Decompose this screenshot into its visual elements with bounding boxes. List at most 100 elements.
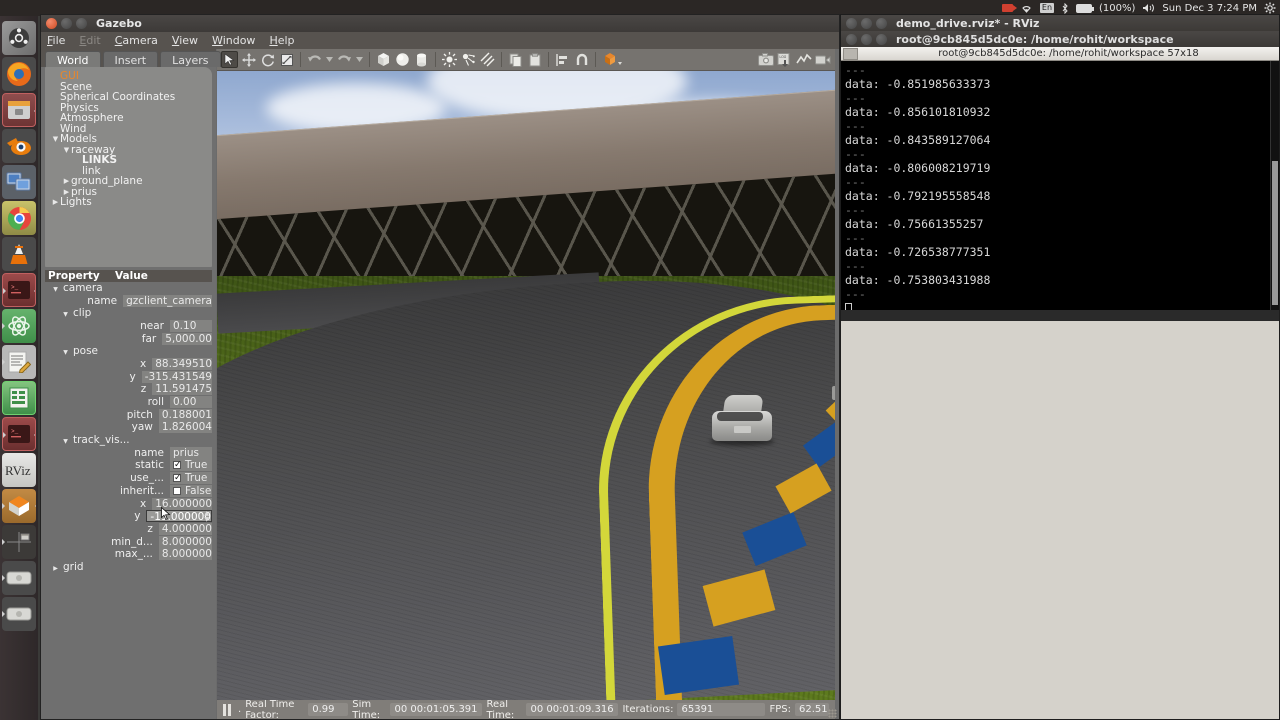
property-row-near[interactable]: near 0.10	[45, 319, 212, 333]
terminal-tab[interactable]: root@9cb845d5dc0e: /home/rohit/workspace…	[858, 48, 1279, 59]
terminal-minimize-button[interactable]	[861, 33, 872, 45]
property-row-y[interactable]: y -315.431549	[45, 370, 212, 384]
property-row-min_d[interactable]: min_d... 8.000000	[45, 535, 212, 549]
world-tree[interactable]: GUI Scene Spherical Coordinates Physics Atmo…	[45, 67, 212, 267]
property-value[interactable]: 1.826004	[158, 421, 212, 434]
property-checkbox[interactable]	[173, 472, 182, 484]
property-value[interactable]: 8.000000	[158, 548, 212, 561]
gazebo-resize-grip[interactable]	[828, 709, 837, 718]
libreoffice-calc-icon[interactable]	[2, 381, 36, 415]
scale-mode-icon[interactable]	[278, 51, 295, 68]
point-light-icon[interactable]	[441, 51, 458, 68]
property-row-name[interactable]: name gzclient_camera	[45, 294, 212, 308]
tree-item-ground-plane[interactable]: ground_plane	[51, 176, 208, 187]
volume-icon[interactable]	[1142, 3, 1155, 13]
record-icon[interactable]	[1001, 4, 1017, 12]
property-value[interactable]: True	[170, 472, 212, 485]
terminal-close-button[interactable]	[846, 33, 857, 45]
minimize-button[interactable]	[61, 18, 72, 29]
property-row-z[interactable]: z 4.000000	[45, 522, 212, 536]
property-row-track_vis[interactable]: track_vis...	[45, 434, 212, 447]
property-value[interactable]: 0.00	[170, 396, 212, 409]
keyboard-layout-icon[interactable]: En	[1039, 3, 1055, 13]
tab-layers[interactable]: Layers	[160, 51, 221, 67]
property-row-y[interactable]: y -11.000000 ▲ ▼	[45, 506, 212, 523]
prius-vehicle[interactable]	[710, 389, 774, 447]
disk-icon[interactable]	[2, 561, 36, 595]
video-record-icon[interactable]	[814, 51, 831, 68]
property-value[interactable]: True	[170, 459, 212, 472]
align-icon[interactable]	[554, 51, 571, 68]
rviz-titlebar[interactable]: demo_drive.rviz* - RViz	[841, 15, 1279, 32]
terminal-menu-icon[interactable]	[843, 47, 858, 60]
undo-icon[interactable]	[306, 51, 323, 68]
translate-mode-icon[interactable]	[240, 51, 257, 68]
plot-icon[interactable]	[795, 51, 812, 68]
property-value[interactable]: 4.000000	[158, 522, 212, 535]
property-checkbox[interactable]	[173, 459, 182, 471]
undo-dropdown-icon[interactable]	[325, 51, 334, 68]
property-value[interactable]: prius	[170, 446, 212, 459]
screenshot-icon[interactable]	[757, 51, 774, 68]
gazebo-titlebar[interactable]: Gazebo	[41, 15, 839, 32]
spot-light-icon[interactable]	[460, 51, 477, 68]
maximize-button[interactable]	[76, 18, 87, 29]
tree-item-models[interactable]: Models	[51, 134, 208, 145]
rviz-close-button[interactable]	[846, 18, 857, 29]
vlc-icon[interactable]	[2, 237, 36, 271]
property-value[interactable]: 11.591475	[152, 383, 212, 396]
property-value[interactable]: 5,000.00	[162, 332, 212, 345]
remmina-icon[interactable]	[2, 165, 36, 199]
tree-item-atmosphere[interactable]: Atmosphere	[51, 113, 208, 124]
terminal-titlebar[interactable]: root@9cb845d5dc0e: /home/rohit/workspace	[841, 31, 1279, 47]
property-row-x[interactable]: x 88.349510	[45, 357, 212, 371]
property-row-x[interactable]: x 16.000000	[45, 497, 212, 511]
tree-toggle-down-icon[interactable]	[51, 134, 60, 145]
tree-toggle-right-icon[interactable]	[62, 176, 71, 187]
tab-insert[interactable]: Insert	[102, 51, 159, 67]
property-row-max_[interactable]: max_... 8.000000	[45, 548, 212, 561]
paste-icon[interactable]	[526, 51, 543, 68]
property-row-camera[interactable]: camera	[45, 282, 212, 295]
insert-cylinder-icon[interactable]	[413, 51, 430, 68]
property-toggle-right-icon[interactable]	[51, 563, 60, 575]
property-row-far[interactable]: far 5,000.00	[45, 332, 212, 346]
copy-icon[interactable]	[507, 51, 524, 68]
property-value[interactable]: 8.000000	[158, 535, 212, 548]
view-angle-icon[interactable]	[601, 51, 625, 68]
gazebo-3d-viewport[interactable]	[217, 71, 835, 700]
property-row-grid[interactable]: grid	[45, 560, 212, 575]
tree-item-lights[interactable]: Lights	[51, 197, 208, 208]
spinbox-arrows-icon[interactable]: ▲ ▼	[204, 511, 209, 523]
atom-icon[interactable]	[2, 309, 36, 343]
property-row-static[interactable]: staticTrue	[45, 459, 212, 473]
viewport-splitter-handle[interactable]	[832, 385, 835, 400]
menu-help[interactable]: Help	[269, 34, 294, 47]
ubuntu-dash-icon[interactable]	[2, 21, 36, 55]
property-checkbox[interactable]	[173, 486, 181, 495]
workspace-switcher-icon[interactable]	[2, 525, 36, 559]
tree-item-spherical-coordinates[interactable]: Spherical Coordinates	[51, 92, 208, 103]
close-button[interactable]	[46, 18, 57, 29]
tab-world[interactable]: World	[45, 51, 101, 67]
insert-box-icon[interactable]	[375, 51, 392, 68]
property-value[interactable]: 88.349510	[152, 357, 212, 370]
property-row-z[interactable]: z 11.591475	[45, 383, 212, 397]
property-row-yaw[interactable]: yaw 1.826004	[45, 421, 212, 435]
property-value[interactable]: gzclient_camera	[123, 294, 212, 307]
gazebo-icon[interactable]	[2, 489, 36, 523]
property-value[interactable]: 0.10	[170, 319, 212, 332]
bluetooth-icon[interactable]	[1061, 2, 1069, 14]
terminal-maximize-button[interactable]	[876, 33, 887, 45]
insert-sphere-icon[interactable]	[394, 51, 411, 68]
property-row-name[interactable]: name prius	[45, 446, 212, 460]
firefox-icon[interactable]	[2, 57, 36, 91]
redo-icon[interactable]	[336, 51, 353, 68]
tree-item-gui[interactable]: GUI	[51, 71, 208, 82]
property-row-clip[interactable]: clip	[45, 307, 212, 320]
property-value[interactable]: -315.431549	[141, 370, 212, 383]
tree-item-links[interactable]: LINKS	[51, 155, 208, 166]
menu-view[interactable]: View	[172, 34, 198, 47]
property-row-pose[interactable]: pose	[45, 345, 212, 358]
blender-icon[interactable]	[2, 129, 36, 163]
